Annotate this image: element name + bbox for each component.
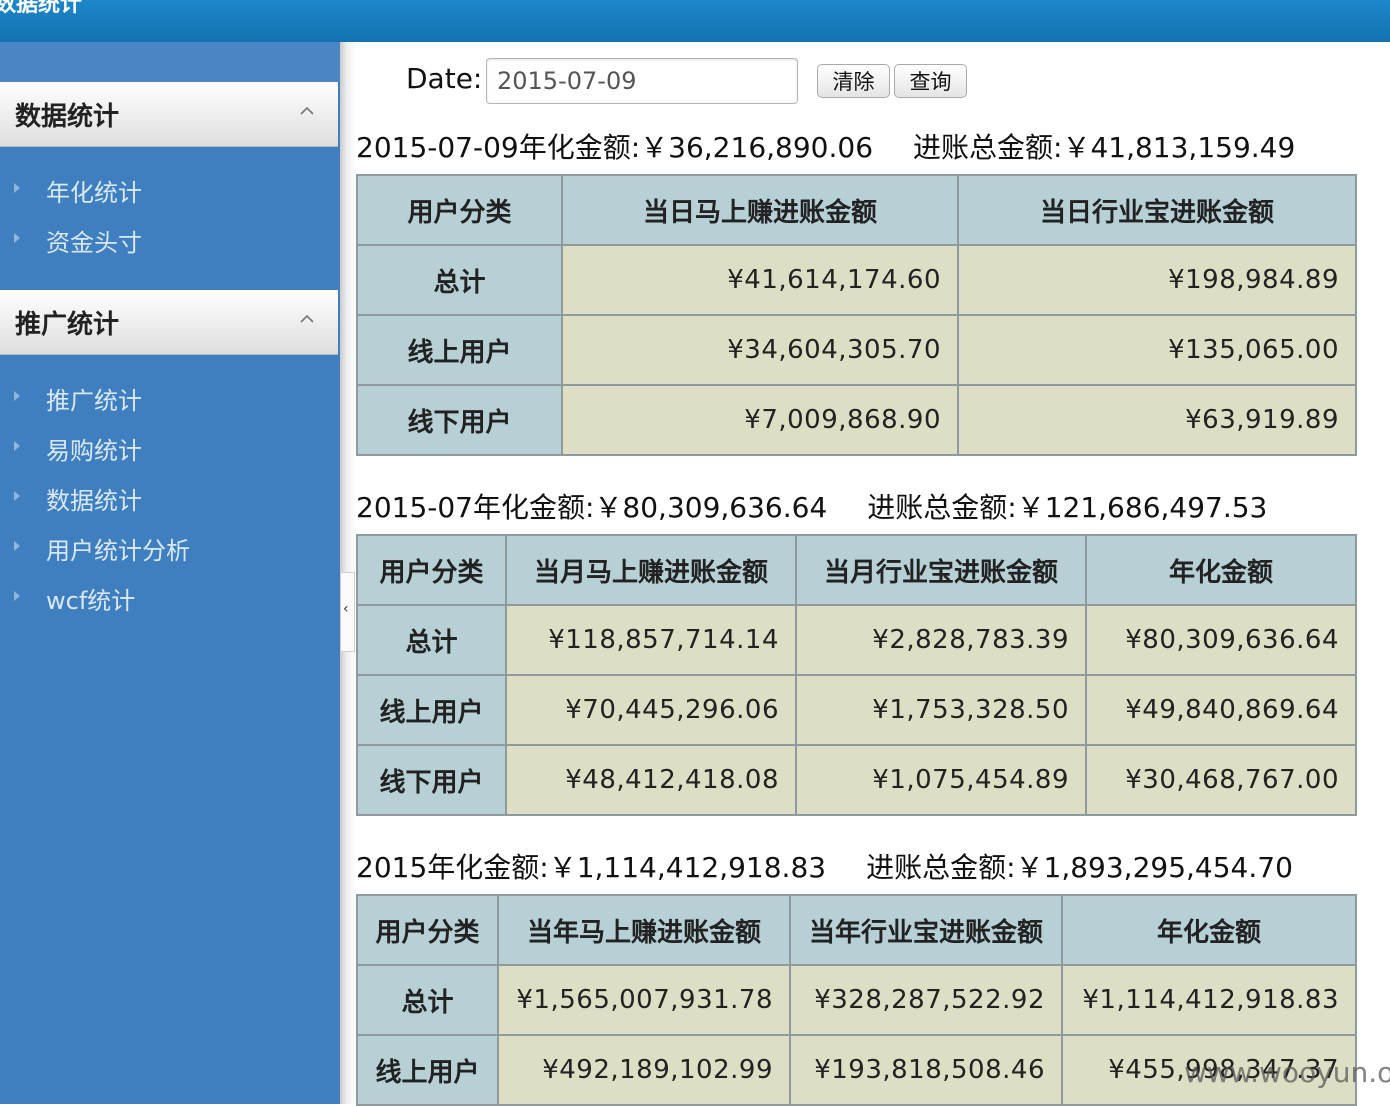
table-cell: ¥328,287,522.92 xyxy=(789,964,1063,1036)
sidebar-collapse-handle[interactable]: ‹ xyxy=(341,572,355,652)
bullet-icon xyxy=(14,183,20,193)
row-category: 总计 xyxy=(356,244,563,316)
table-row: 总计 ¥118,857,714.14 ¥2,828,783.39 ¥80,309… xyxy=(356,604,1357,676)
bullet-icon xyxy=(14,491,20,501)
table-cell: ¥1,075,454.89 xyxy=(795,744,1087,816)
yearly-summary: 2015年化金额:￥1,114,412,918.83 进账总金额:￥1,893,2… xyxy=(356,846,1293,886)
monthly-summary: 2015-07年化金额:￥80,309,636.64 进账总金额:￥121,686… xyxy=(356,486,1267,526)
sidebar-item-annualized-stats[interactable]: 年化统计 xyxy=(0,169,338,209)
sidebar-group-label: 推广统计 xyxy=(15,310,120,340)
column-header: 年化金额 xyxy=(1085,534,1357,606)
sidebar-item-label: 易购统计 xyxy=(46,437,142,465)
sidebar-item-yigou-stats[interactable]: 易购统计 xyxy=(0,427,338,467)
sidebar-item-fund-position[interactable]: 资金头寸 xyxy=(0,219,338,259)
bullet-icon xyxy=(14,591,20,601)
app-title: 数据统计 xyxy=(0,0,83,17)
sidebar-item-label: 推广统计 xyxy=(46,387,142,415)
column-header: 当月马上赚进账金额 xyxy=(505,534,797,606)
date-label: Date: xyxy=(406,62,483,95)
bullet-icon xyxy=(14,541,20,551)
daily-total-amount: 进账总金额:￥41,813,159.49 xyxy=(913,131,1296,164)
table-cell: ¥492,189,102.99 xyxy=(497,1034,791,1106)
bullet-icon xyxy=(14,391,20,401)
table-cell: ¥2,828,783.39 xyxy=(795,604,1087,676)
sidebar-item-user-analysis[interactable]: 用户统计分析 xyxy=(0,527,338,567)
sidebar-item-label: 数据统计 xyxy=(46,487,142,515)
table-cell: ¥49,840,869.64 xyxy=(1085,674,1357,746)
chevron-up-icon[interactable] xyxy=(300,104,314,118)
column-header: 当年马上赚进账金额 xyxy=(497,894,791,966)
sidebar: 数据统计 年化统计 资金头寸 推广统计 推广统计 易购统计 数据统计 用户统计分… xyxy=(0,42,340,1104)
daily-stats-table: 用户分类 当日马上赚进账金额 当日行业宝进账金额 总计 ¥41,614,174.… xyxy=(356,174,1357,456)
sidebar-item-data-stats[interactable]: 数据统计 xyxy=(0,477,338,517)
table-cell: ¥198,984.89 xyxy=(957,244,1357,316)
sidebar-item-promotion-stats[interactable]: 推广统计 xyxy=(0,377,338,417)
column-header: 用户分类 xyxy=(356,174,563,246)
row-category: 线下用户 xyxy=(356,384,563,456)
bullet-icon xyxy=(14,441,20,451)
yearly-total-amount: 进账总金额:￥1,893,295,454.70 xyxy=(866,851,1293,884)
chevron-left-icon: ‹ xyxy=(343,601,349,617)
column-header: 当年行业宝进账金额 xyxy=(789,894,1063,966)
daily-summary: 2015-07-09年化金额:￥36,216,890.06 进账总金额:￥41,8… xyxy=(356,126,1295,166)
table-cell: ¥70,445,296.06 xyxy=(505,674,797,746)
table-header-row: 用户分类 当日马上赚进账金额 当日行业宝进账金额 xyxy=(356,174,1357,246)
row-category: 总计 xyxy=(356,964,499,1036)
monthly-annualized-amount: 2015-07年化金额:￥80,309,636.64 xyxy=(356,491,828,524)
sidebar-item-label: 资金头寸 xyxy=(46,229,142,257)
table-header-row: 用户分类 当月马上赚进账金额 当月行业宝进账金额 年化金额 xyxy=(356,534,1357,606)
column-header: 用户分类 xyxy=(356,534,507,606)
table-cell: ¥48,412,418.08 xyxy=(505,744,797,816)
top-bar: 数据统计 xyxy=(0,0,1390,42)
table-row: 总计 ¥1,565,007,931.78 ¥328,287,522.92 ¥1,… xyxy=(356,964,1357,1036)
bullet-icon xyxy=(14,233,20,243)
watermark: www.wooyun.org xyxy=(1184,1056,1390,1089)
table-row: 线下用户 ¥7,009,868.90 ¥63,919.89 xyxy=(356,384,1357,456)
row-category: 线上用户 xyxy=(356,674,507,746)
sidebar-item-label: wcf统计 xyxy=(46,587,136,615)
monthly-stats-table: 用户分类 当月马上赚进账金额 当月行业宝进账金额 年化金额 总计 ¥118,85… xyxy=(356,534,1357,816)
table-cell: ¥1,565,007,931.78 xyxy=(497,964,791,1036)
sidebar-item-wcf-stats[interactable]: wcf统计 xyxy=(0,577,338,617)
table-row: 总计 ¥41,614,174.60 ¥198,984.89 xyxy=(356,244,1357,316)
table-row: 线上用户 ¥70,445,296.06 ¥1,753,328.50 ¥49,84… xyxy=(356,674,1357,746)
daily-annualized-amount: 2015-07-09年化金额:￥36,216,890.06 xyxy=(356,131,874,164)
table-cell: ¥63,919.89 xyxy=(957,384,1357,456)
sidebar-group-header-promotion-stats[interactable]: 推广统计 xyxy=(0,290,338,355)
table-cell: ¥1,114,412,918.83 xyxy=(1061,964,1357,1036)
column-header: 当日行业宝进账金额 xyxy=(957,174,1357,246)
table-cell: ¥41,614,174.60 xyxy=(561,244,959,316)
column-header: 当月行业宝进账金额 xyxy=(795,534,1087,606)
row-category: 线下用户 xyxy=(356,744,507,816)
sidebar-top-strip xyxy=(0,42,340,82)
table-row: 线上用户 ¥34,604,305.70 ¥135,065.00 xyxy=(356,314,1357,386)
table-cell: ¥30,468,767.00 xyxy=(1085,744,1357,816)
column-header: 用户分类 xyxy=(356,894,499,966)
sidebar-item-label: 年化统计 xyxy=(46,179,142,207)
row-category: 总计 xyxy=(356,604,507,676)
chevron-up-icon[interactable] xyxy=(300,312,314,326)
table-cell: ¥1,753,328.50 xyxy=(795,674,1087,746)
sidebar-group-label: 数据统计 xyxy=(15,102,120,132)
table-cell: ¥34,604,305.70 xyxy=(561,314,959,386)
table-cell: ¥7,009,868.90 xyxy=(561,384,959,456)
clear-button[interactable]: 清除 xyxy=(817,64,890,98)
table-cell: ¥118,857,714.14 xyxy=(505,604,797,676)
query-button[interactable]: 查询 xyxy=(894,64,967,98)
row-category: 线上用户 xyxy=(356,314,563,386)
yearly-annualized-amount: 2015年化金额:￥1,114,412,918.83 xyxy=(356,851,827,884)
row-category: 线上用户 xyxy=(356,1034,499,1106)
table-header-row: 用户分类 当年马上赚进账金额 当年行业宝进账金额 年化金额 xyxy=(356,894,1357,966)
column-header: 当日马上赚进账金额 xyxy=(561,174,959,246)
table-cell: ¥135,065.00 xyxy=(957,314,1357,386)
table-cell: ¥193,818,508.46 xyxy=(789,1034,1063,1106)
monthly-total-amount: 进账总金额:￥121,686,497.53 xyxy=(867,491,1268,524)
table-cell: ¥80,309,636.64 xyxy=(1085,604,1357,676)
column-header: 年化金额 xyxy=(1061,894,1357,966)
table-row: 线下用户 ¥48,412,418.08 ¥1,075,454.89 ¥30,46… xyxy=(356,744,1357,816)
sidebar-item-label: 用户统计分析 xyxy=(46,537,190,565)
sidebar-group-header-data-stats[interactable]: 数据统计 xyxy=(0,82,338,147)
date-input[interactable] xyxy=(486,58,798,104)
